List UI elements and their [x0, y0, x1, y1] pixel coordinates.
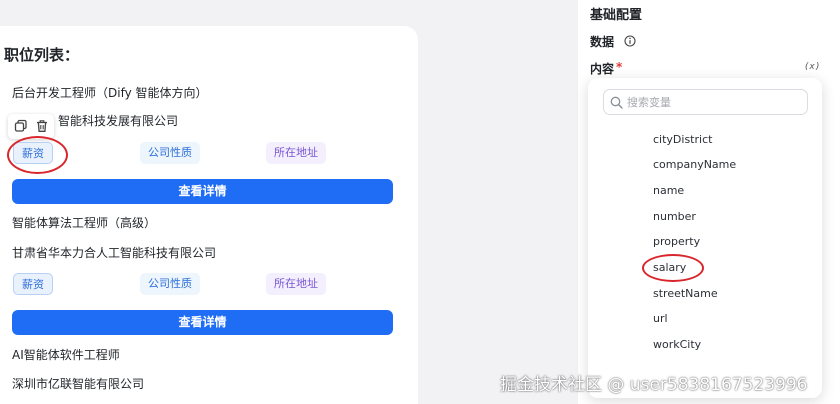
variable-search-box[interactable]: [603, 89, 808, 115]
data-label: 数据: [590, 35, 615, 49]
watermark: 掘金技术社区 @ user5838167523996: [500, 375, 808, 395]
variable-item-workcity[interactable]: workCity: [653, 338, 701, 351]
tag-company-nature[interactable]: 公司性质: [140, 142, 200, 164]
variable-item-streetname[interactable]: streetName: [653, 287, 718, 300]
job-title: 智能体算法工程师（高级）: [12, 216, 157, 230]
variable-item-url[interactable]: url: [653, 312, 668, 325]
variable-icon[interactable]: (x): [804, 62, 820, 72]
tag-address[interactable]: 所在地址: [266, 273, 326, 295]
variable-item-citydistrict[interactable]: cityDistrict: [653, 133, 712, 146]
tag-salary[interactable]: 薪资: [13, 273, 53, 295]
job-list-title: 职位列表：: [4, 46, 80, 64]
card-action-toolbar: [8, 114, 54, 139]
company-name: 深圳市亿联智能有限公司: [12, 377, 145, 391]
config-heading: 基础配置: [590, 8, 643, 23]
delete-icon[interactable]: [35, 119, 49, 133]
variable-item-number[interactable]: number: [653, 210, 696, 223]
variable-search-input[interactable]: [627, 93, 802, 111]
view-details-button[interactable]: 查看详情: [12, 179, 393, 204]
search-icon: [610, 96, 623, 109]
company-name: 智能科技发展有限公司: [58, 114, 179, 128]
job-title: 后台开发工程师（Dify 智能体方向）: [12, 86, 208, 100]
job-title: AI智能体软件工程师: [12, 348, 120, 362]
tag-company-nature[interactable]: 公司性质: [140, 273, 200, 295]
copy-icon[interactable]: [14, 119, 28, 133]
variable-item-companyname[interactable]: companyName: [653, 158, 736, 171]
highlight-circle-salary-tag: [7, 136, 68, 174]
tag-address[interactable]: 所在地址: [266, 142, 326, 164]
highlight-circle-salary-variable: [642, 254, 704, 282]
required-mark: *: [616, 60, 623, 74]
content-label: 内容: [590, 62, 615, 76]
view-details-button[interactable]: 查看详情: [12, 310, 393, 335]
variable-picker-dropdown: [588, 78, 822, 398]
company-name: 甘肃省华本力合人工智能科技有限公司: [12, 246, 217, 260]
variable-item-property[interactable]: property: [653, 235, 700, 248]
variable-item-name[interactable]: name: [653, 184, 684, 197]
info-icon[interactable]: [624, 35, 636, 47]
